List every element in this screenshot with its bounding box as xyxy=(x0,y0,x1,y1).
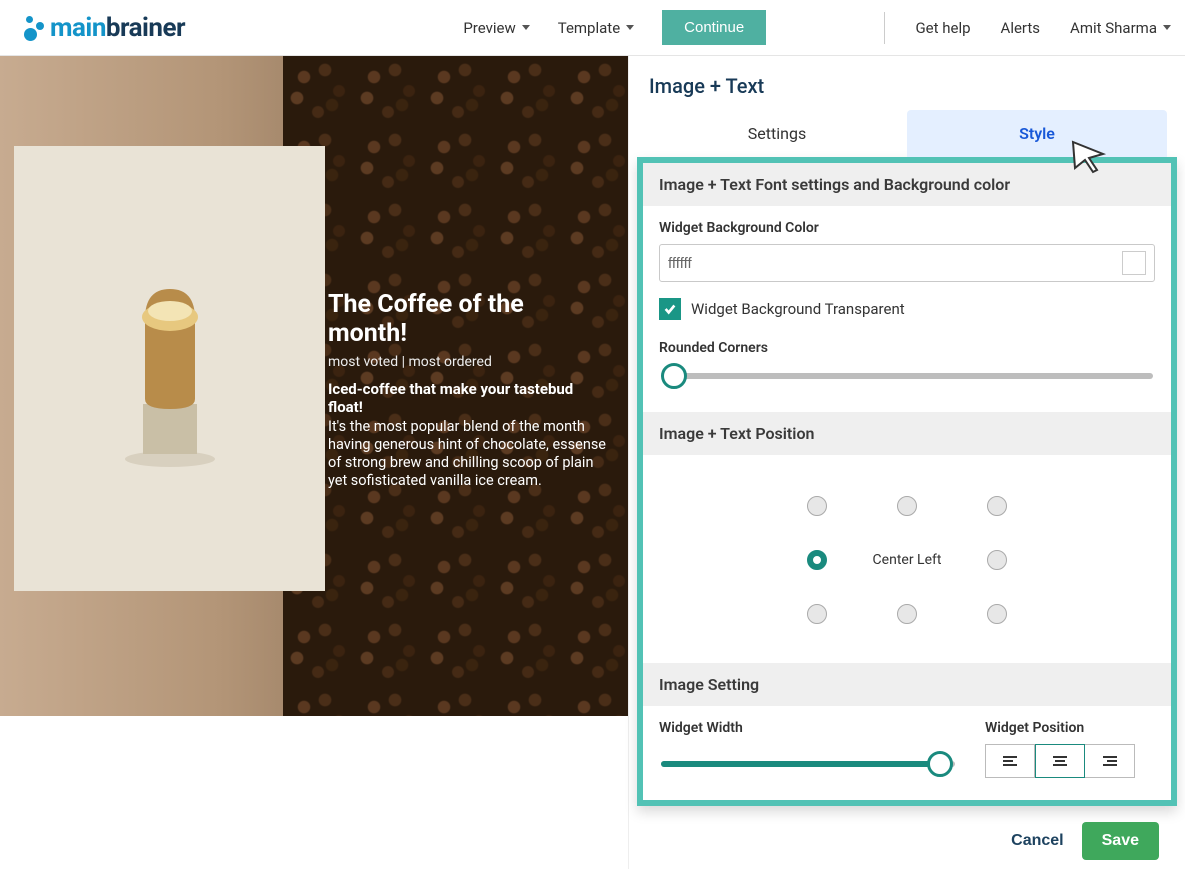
pos-selected-label: Center Left xyxy=(873,552,942,568)
preview-dropdown[interactable]: Preview xyxy=(463,19,529,37)
section-font-bg-header: Image + Text Font settings and Backgroun… xyxy=(643,163,1171,206)
get-help-link[interactable]: Get help xyxy=(915,19,970,37)
overlay-bold: Iced-coffee that make your tastebud floa… xyxy=(328,380,608,416)
alerts-link[interactable]: Alerts xyxy=(1001,19,1041,37)
bg-color-label: Widget Background Color xyxy=(659,220,1155,236)
panel-tabs: Settings Style xyxy=(647,110,1167,157)
pos-bottom-left[interactable] xyxy=(807,604,827,624)
logo: mainbrainer xyxy=(14,13,185,43)
widget-width-label: Widget Width xyxy=(659,720,957,736)
align-center-icon xyxy=(1053,756,1067,766)
slider-thumb[interactable] xyxy=(927,751,953,777)
coffee-image-card xyxy=(14,146,325,591)
check-icon xyxy=(663,302,677,316)
section-image-setting-body: Widget Width Widget Position xyxy=(643,706,1171,800)
continue-button[interactable]: Continue xyxy=(662,10,766,45)
coffee-glass-illustration xyxy=(115,259,225,479)
template-label: Template xyxy=(558,19,620,37)
chevron-down-icon xyxy=(1163,25,1171,30)
section-position-header: Image + Text Position xyxy=(643,412,1171,455)
transparent-checkbox[interactable] xyxy=(659,298,681,320)
section-image-setting-header: Image Setting xyxy=(643,663,1171,706)
logo-text-brain: brainer xyxy=(106,13,185,43)
overlay-body: It's the most popular blend of the month… xyxy=(328,418,608,491)
widget-position-segment xyxy=(985,744,1155,778)
pos-top-left[interactable] xyxy=(807,496,827,516)
logo-icon xyxy=(14,14,44,42)
bg-color-input[interactable] xyxy=(668,255,1122,272)
panel-footer: Cancel Save xyxy=(629,806,1185,876)
pos-bottom-right[interactable] xyxy=(987,604,1007,624)
style-settings-container: Image + Text Font settings and Backgroun… xyxy=(637,157,1177,806)
pos-center-right[interactable] xyxy=(987,550,1007,570)
canvas-preview: The Coffee of the month! most voted | mo… xyxy=(0,56,628,716)
center-nav: Preview Template Continue xyxy=(303,10,766,45)
align-center-button[interactable] xyxy=(1035,744,1085,778)
cancel-button[interactable]: Cancel xyxy=(1011,832,1063,850)
align-left-button[interactable] xyxy=(985,744,1035,778)
align-right-button[interactable] xyxy=(1085,744,1135,778)
template-dropdown[interactable]: Template xyxy=(558,19,634,37)
overlay-subtitle: most voted | most ordered xyxy=(328,354,608,370)
overlay-text-block: The Coffee of the month! most voted | mo… xyxy=(328,290,608,491)
divider xyxy=(884,12,885,44)
pos-top-center[interactable] xyxy=(897,496,917,516)
bg-color-input-row xyxy=(659,244,1155,282)
align-right-icon xyxy=(1103,756,1117,766)
app-header: mainbrainer Preview Template Continue Ge… xyxy=(0,0,1185,56)
position-grid: Center Left xyxy=(659,469,1155,645)
tab-style[interactable]: Style xyxy=(907,110,1167,157)
color-swatch[interactable] xyxy=(1122,251,1146,275)
pos-top-right[interactable] xyxy=(987,496,1007,516)
section-font-bg-body: Widget Background Color Widget Backgroun… xyxy=(643,206,1171,412)
tab-style-label: Style xyxy=(1019,124,1055,143)
side-panel: Image + Text Settings Style Image + Text… xyxy=(628,56,1185,869)
user-menu[interactable]: Amit Sharma xyxy=(1070,19,1171,37)
user-name: Amit Sharma xyxy=(1070,19,1157,37)
corners-slider[interactable] xyxy=(661,364,1153,388)
chevron-down-icon xyxy=(522,25,530,30)
tab-settings[interactable]: Settings xyxy=(647,110,907,157)
pos-bottom-center[interactable] xyxy=(897,604,917,624)
overlay-title: The Coffee of the month! xyxy=(328,290,608,348)
save-button[interactable]: Save xyxy=(1082,822,1159,860)
main-area: The Coffee of the month! most voted | mo… xyxy=(0,56,1185,869)
transparent-label: Widget Background Transparent xyxy=(691,300,905,318)
pos-center-left[interactable] xyxy=(807,550,827,570)
preview-label: Preview xyxy=(463,19,515,37)
slider-thumb[interactable] xyxy=(661,363,687,389)
right-nav: Get help Alerts Amit Sharma xyxy=(884,12,1171,44)
chevron-down-icon xyxy=(626,25,634,30)
transparent-row: Widget Background Transparent xyxy=(659,298,1155,320)
widget-width-slider[interactable] xyxy=(661,752,955,776)
panel-title: Image + Text xyxy=(629,56,1185,110)
logo-text-main: main xyxy=(50,13,106,43)
align-left-icon xyxy=(1003,756,1017,766)
corners-label: Rounded Corners xyxy=(659,340,1155,356)
section-position-body: Center Left xyxy=(643,455,1171,663)
widget-position-label: Widget Position xyxy=(985,720,1155,736)
